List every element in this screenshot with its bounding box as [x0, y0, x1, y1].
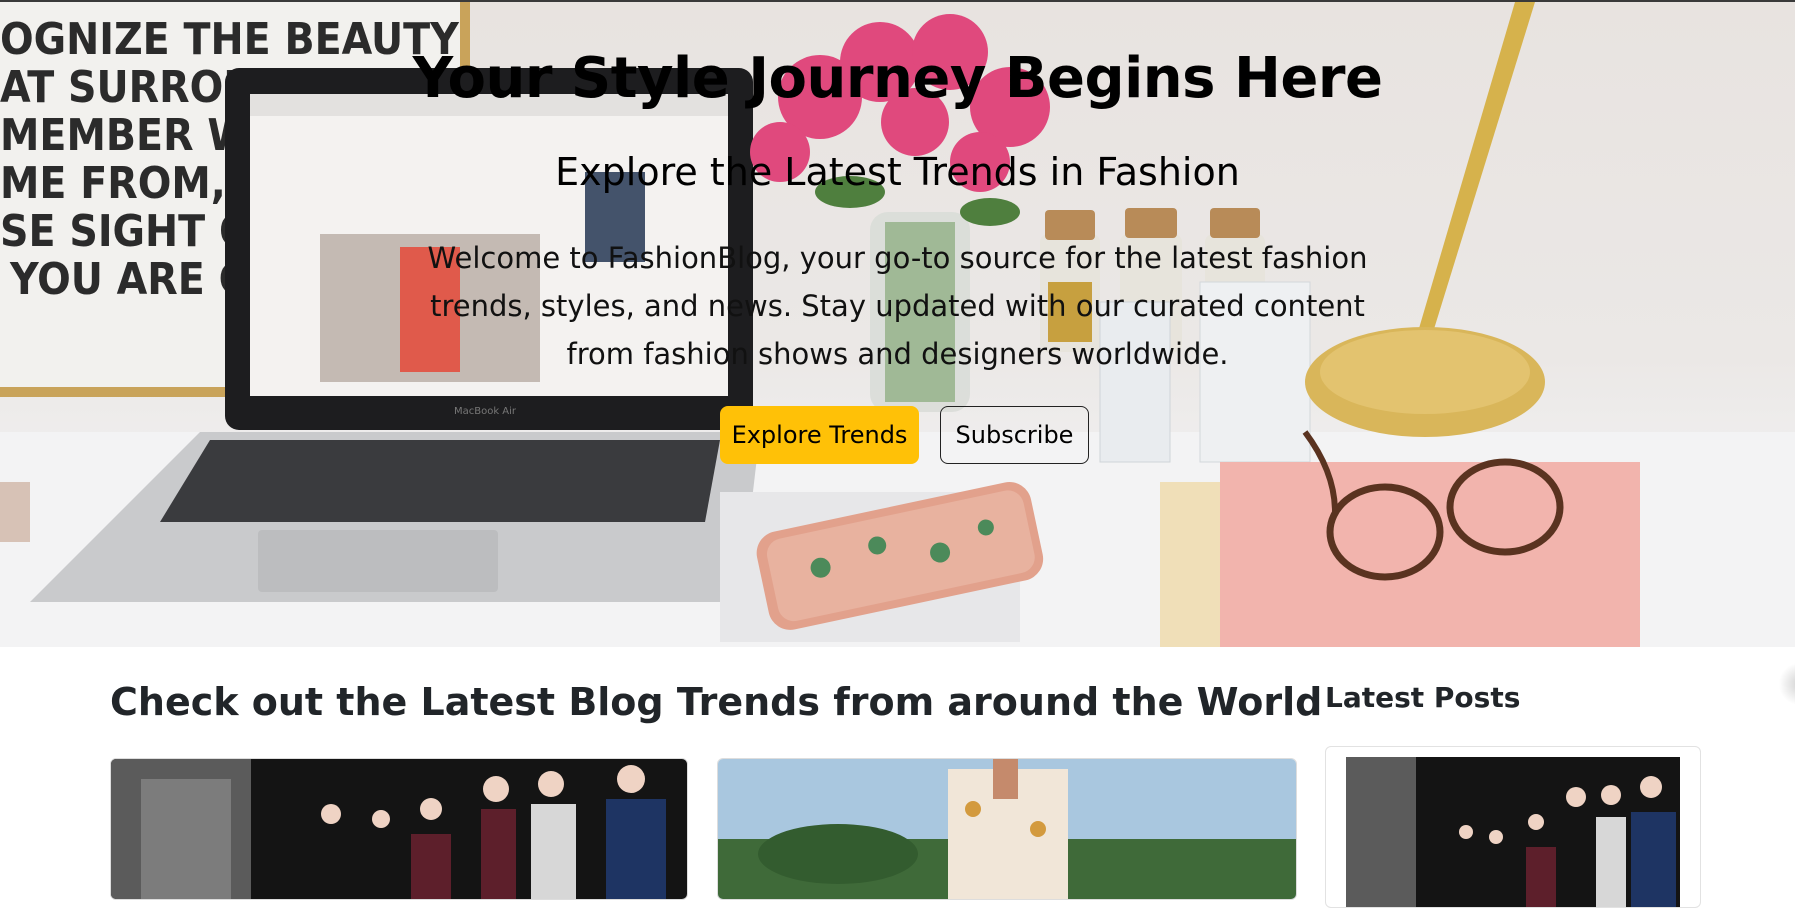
- outdoor-fashion-image: [718, 759, 1296, 899]
- hero-description: Welcome to FashionBlog, your go-to sourc…: [427, 241, 1368, 371]
- hero-title: Your Style Journey Begins Here: [412, 46, 1383, 111]
- blog-card[interactable]: [110, 758, 688, 900]
- hero-subtitle: Explore the Latest Trends in Fashion: [555, 150, 1240, 194]
- latest-post-thumbnail: [1346, 757, 1680, 907]
- scroll-shadow: [1779, 662, 1795, 706]
- hero-banner: OGNIZE THE BEAUTY AT SURROUNDS MEMBER WH…: [0, 0, 1795, 647]
- hero-content: Your Style Journey Begins Here Explore t…: [0, 2, 1795, 647]
- runway-image: [111, 759, 687, 899]
- section-title: Check out the Latest Blog Trends from ar…: [110, 680, 1323, 724]
- subscribe-button[interactable]: Subscribe: [940, 406, 1089, 464]
- explore-trends-button[interactable]: Explore Trends: [720, 406, 919, 464]
- sidebar-title: Latest Posts: [1325, 681, 1521, 714]
- latest-post-card[interactable]: [1325, 746, 1701, 908]
- blog-card[interactable]: [717, 758, 1297, 900]
